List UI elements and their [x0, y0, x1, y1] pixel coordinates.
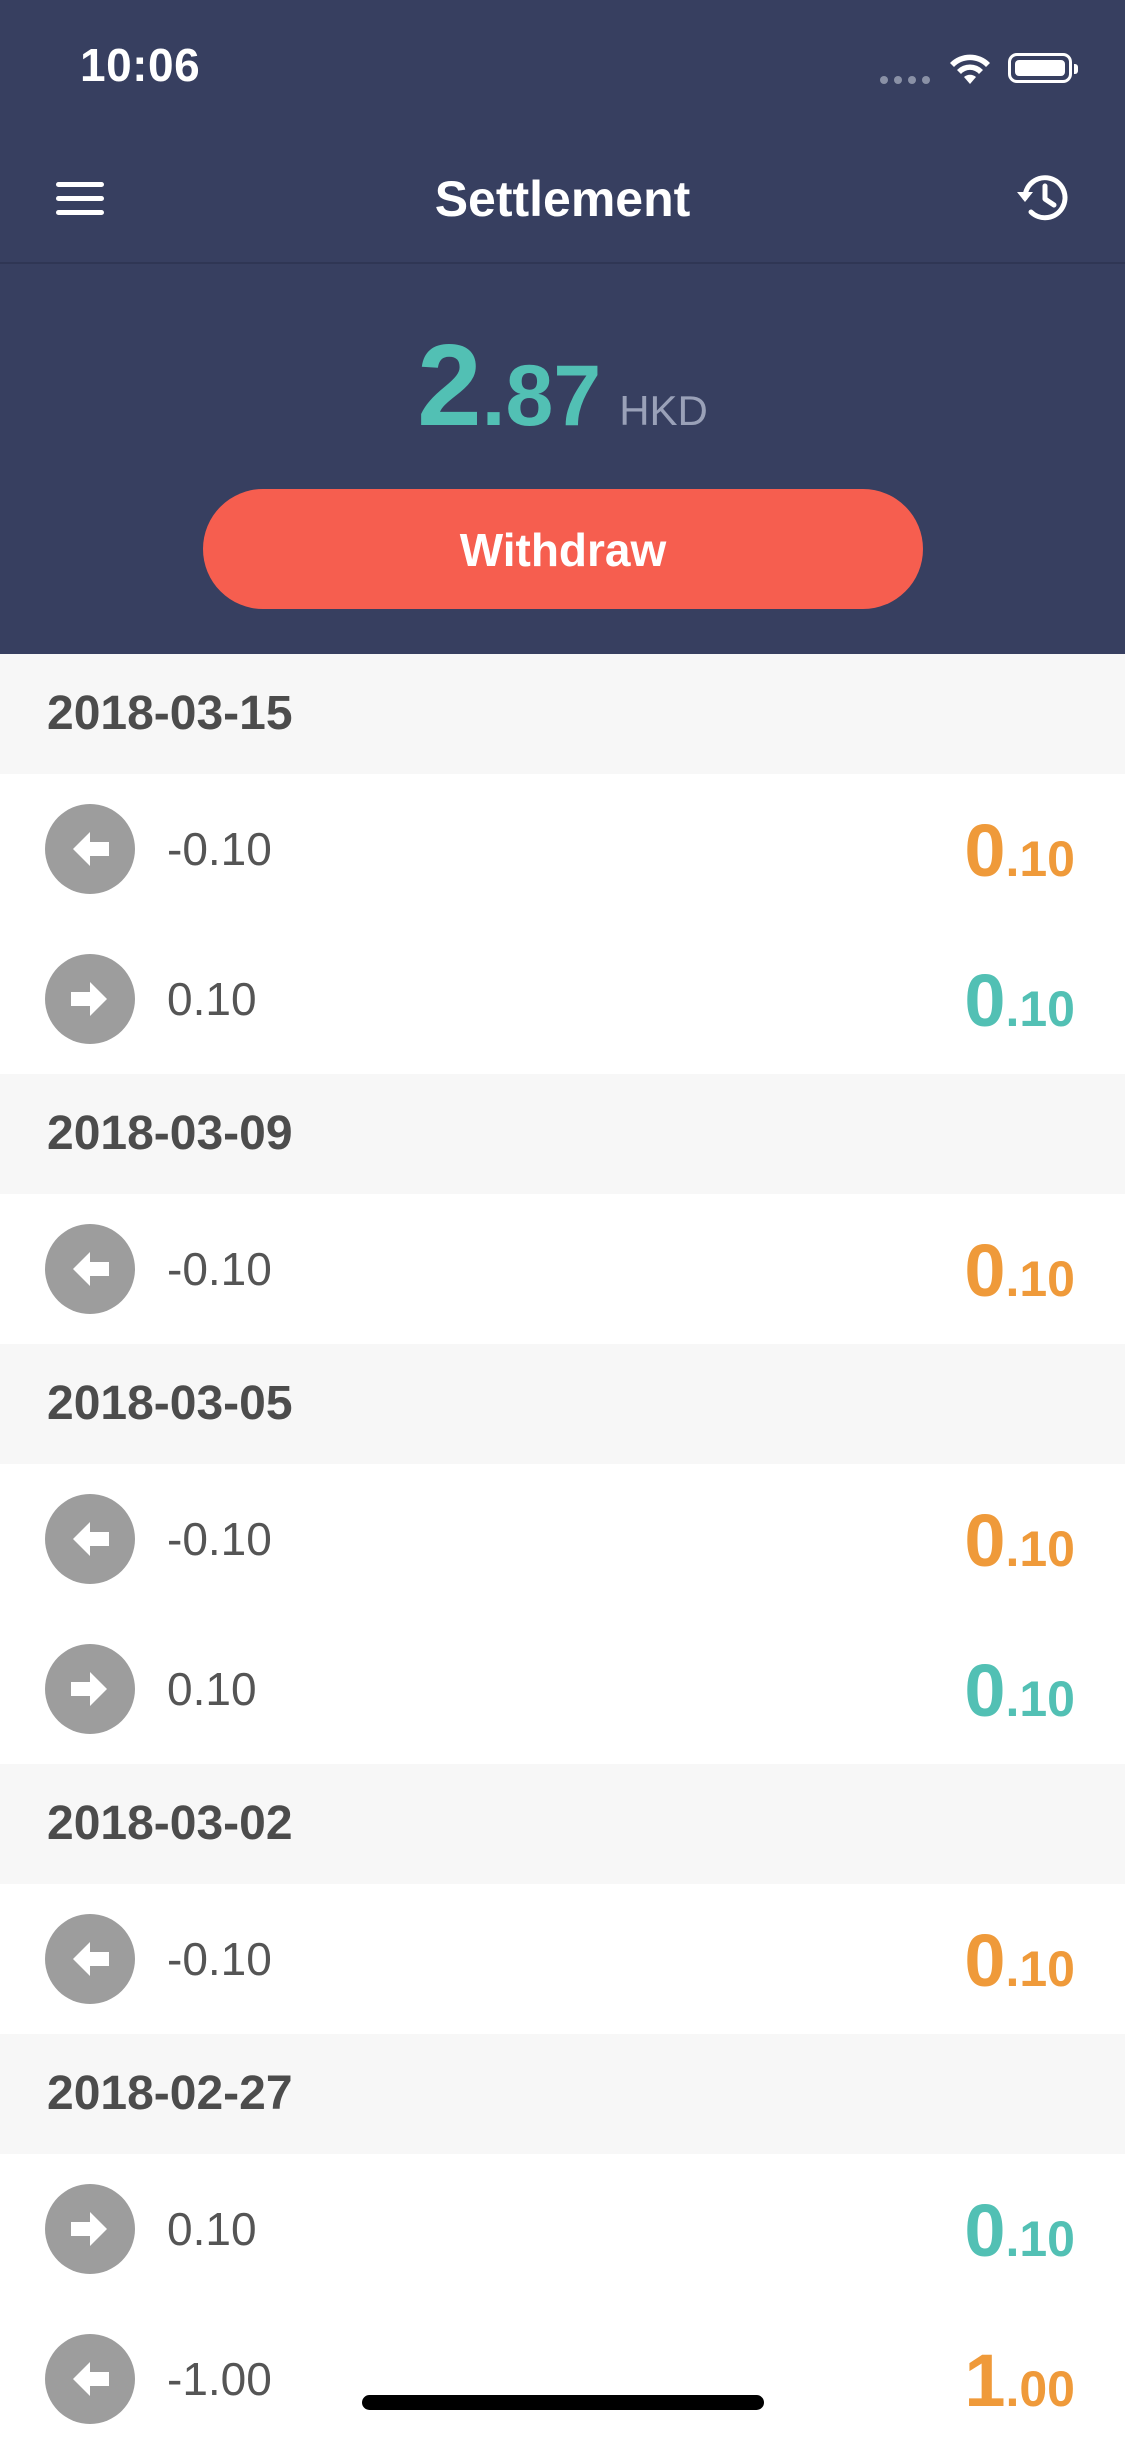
- status-time: 10:06: [80, 39, 201, 91]
- amount-decimal: .10: [1005, 1941, 1075, 1997]
- transaction-label: -0.10: [167, 1513, 272, 1565]
- balance-decimal: .87: [481, 348, 602, 444]
- transaction-amount: 0.10: [964, 808, 1075, 893]
- transaction-row[interactable]: 0.10 0.10: [0, 924, 1125, 1074]
- transaction-label: -0.10: [167, 1933, 272, 1985]
- transaction-label: -0.10: [167, 823, 272, 875]
- date-group-header: 2018-02-27: [0, 2034, 1125, 2154]
- transaction-row[interactable]: 0.10 0.10: [0, 1614, 1125, 1764]
- withdraw-button[interactable]: Withdraw: [203, 489, 923, 609]
- amount-integer: 1: [964, 2339, 1006, 2422]
- arrow-right-icon: [45, 2184, 135, 2274]
- transaction-label: 0.10: [167, 2203, 257, 2255]
- date-group-header: 2018-03-15: [0, 654, 1125, 774]
- transaction-row[interactable]: -0.10 0.10: [0, 1194, 1125, 1344]
- amount-decimal: .10: [1005, 831, 1075, 887]
- arrow-left-icon: [45, 2334, 135, 2424]
- amount-decimal: .00: [1005, 2361, 1075, 2417]
- amount-integer: 0: [964, 1919, 1006, 2002]
- amount-integer: 0: [964, 2189, 1006, 2272]
- amount-integer: 0: [964, 959, 1006, 1042]
- transaction-row[interactable]: -0.10 0.10: [0, 774, 1125, 924]
- transaction-amount: 0.10: [964, 2188, 1075, 2273]
- transaction-row[interactable]: -0.10 0.10: [0, 1884, 1125, 2034]
- balance-integer: 2: [417, 320, 482, 450]
- transaction-amount: 0.10: [964, 958, 1075, 1043]
- transaction-row[interactable]: -1.00 1.00: [0, 2304, 1125, 2454]
- home-indicator: [362, 2395, 764, 2410]
- transaction-amount: 1.00: [964, 2338, 1075, 2423]
- arrow-left-icon: [45, 1224, 135, 1314]
- status-bar: 10:06: [0, 0, 1125, 132]
- amount-integer: 0: [964, 1499, 1006, 1582]
- transaction-label: -1.00: [167, 2353, 272, 2405]
- arrow-left-icon: [45, 804, 135, 894]
- amount-decimal: .10: [1005, 2211, 1075, 2267]
- wifi-icon: [950, 54, 990, 84]
- transaction-amount: 0.10: [964, 1648, 1075, 1733]
- amount-integer: 0: [964, 1649, 1006, 1732]
- transaction-amount: 0.10: [964, 1498, 1075, 1583]
- transaction-label: 0.10: [167, 1663, 257, 1715]
- transaction-row[interactable]: 0.10 0.10: [0, 2154, 1125, 2304]
- page-title: Settlement: [434, 171, 691, 227]
- date-group-header: 2018-03-02: [0, 1764, 1125, 1884]
- nav-bar: Settlement: [0, 132, 1125, 264]
- balance-display: 2.87 HKD: [0, 318, 1125, 452]
- transaction-row[interactable]: -0.10 0.10: [0, 1464, 1125, 1614]
- amount-decimal: .10: [1005, 1251, 1075, 1307]
- date-group-header: 2018-03-05: [0, 1344, 1125, 1464]
- amount-decimal: .10: [1005, 981, 1075, 1037]
- arrow-left-icon: [45, 1914, 135, 2004]
- balance-currency: HKD: [619, 387, 708, 434]
- transaction-amount: 0.10: [964, 1228, 1075, 1313]
- amount-decimal: .10: [1005, 1671, 1075, 1727]
- transaction-list: 2018-03-15 -0.10 0.10 0.10 0.10 2018-03-09 -0.…: [0, 654, 1125, 2454]
- history-clock-icon[interactable]: [1011, 166, 1075, 230]
- battery-icon: [1008, 53, 1078, 83]
- cellular-signal-icon: [880, 60, 932, 84]
- amount-integer: 0: [964, 1229, 1006, 1312]
- arrow-left-icon: [45, 1494, 135, 1584]
- date-group-header: 2018-03-09: [0, 1074, 1125, 1194]
- transaction-label: 0.10: [167, 973, 257, 1025]
- arrow-right-icon: [45, 1644, 135, 1734]
- header: 10:06 Settlement 2.87 HKD Withdraw: [0, 0, 1125, 654]
- amount-decimal: .10: [1005, 1521, 1075, 1577]
- transaction-amount: 0.10: [964, 1918, 1075, 2003]
- amount-integer: 0: [964, 809, 1006, 892]
- arrow-right-icon: [45, 954, 135, 1044]
- transaction-label: -0.10: [167, 1243, 272, 1295]
